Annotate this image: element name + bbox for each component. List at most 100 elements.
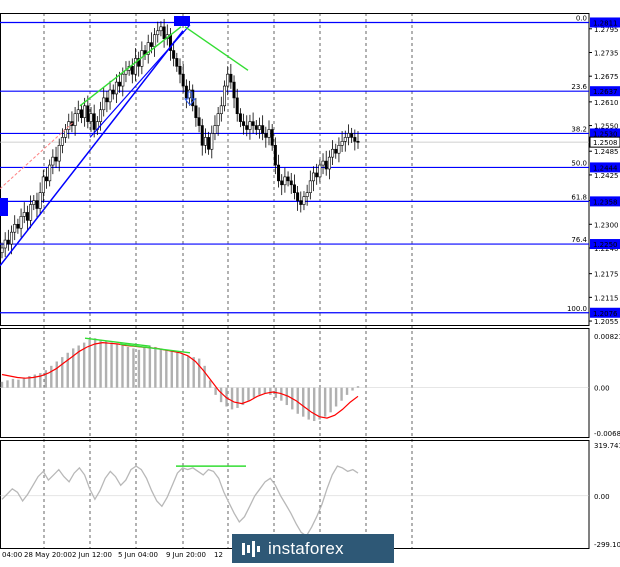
- candle-body: [149, 42, 153, 47]
- macd-histogram-bar: [203, 365, 206, 388]
- x-tick-label: 28 May 20:00: [24, 551, 72, 559]
- candle-body: [111, 89, 115, 95]
- macd-histogram-bar: [121, 345, 124, 388]
- candle-body: [130, 66, 134, 75]
- candle-body: [232, 81, 236, 99]
- macd-histogram-bar: [247, 387, 250, 401]
- macd-histogram-bar: [148, 345, 152, 388]
- macd-histogram-bar: [219, 387, 223, 403]
- macd-histogram-bar: [230, 387, 234, 410]
- macd-histogram-bar: [159, 348, 163, 388]
- macd-histogram-bar: [154, 346, 157, 388]
- candle-body: [99, 109, 103, 122]
- cci-tick-label: -299.108: [594, 541, 620, 549]
- fib-level-label: 23.6: [571, 83, 587, 91]
- price-tick-label: 1.2175: [594, 271, 619, 279]
- candle-body: [321, 160, 325, 166]
- candle-body: [302, 196, 306, 205]
- fib-price-label: 1.2637: [593, 88, 618, 96]
- price-tick-label: 1.2735: [594, 49, 619, 57]
- candle-body: [254, 125, 258, 130]
- candle-body: [289, 180, 293, 186]
- x-tick-label: 9 Jun 20:00: [166, 551, 206, 559]
- candle-body: [60, 137, 64, 146]
- macd-histogram-bar: [192, 357, 195, 388]
- candle-body: [203, 137, 207, 146]
- macd-histogram-bar: [252, 387, 256, 398]
- candle-body: [92, 113, 96, 130]
- candle-body: [76, 109, 80, 115]
- macd-histogram-bar: [345, 387, 349, 395]
- macd-histogram-bar: [44, 370, 48, 388]
- fib-price-label: 1.2444: [593, 164, 618, 172]
- candle-body: [356, 141, 360, 143]
- candle-body: [213, 125, 217, 134]
- candle-body: [108, 89, 112, 103]
- candle-body: [245, 125, 249, 130]
- macd-histogram-bar: [263, 387, 267, 394]
- price-tick-label: 1.2675: [594, 73, 619, 81]
- macd-histogram-bar: [11, 378, 15, 388]
- candle-body: [235, 97, 239, 115]
- macd-histogram-bar: [115, 344, 119, 388]
- macd-histogram-bar: [323, 387, 327, 417]
- watermark-text: instaforex: [268, 538, 344, 558]
- candle-body: [29, 204, 33, 221]
- candle-body: [286, 176, 290, 182]
- candle-body: [188, 89, 192, 99]
- macd-histogram-bar: [187, 355, 190, 388]
- macd-histogram-bar: [236, 387, 239, 408]
- candle-body: [299, 200, 303, 205]
- candle-body: [296, 192, 300, 201]
- candle-body: [16, 223, 20, 229]
- fib-level-label: 61.8: [571, 193, 587, 201]
- candle-body: [13, 223, 17, 233]
- candle-body: [172, 50, 176, 59]
- candle-body: [184, 85, 188, 99]
- candle-body: [48, 164, 52, 182]
- candle-body: [248, 121, 252, 130]
- macd-histogram-bar: [340, 387, 343, 401]
- candle-body: [121, 73, 125, 87]
- cci-tick-label: 319.7413: [594, 442, 620, 450]
- candle-body: [283, 176, 287, 186]
- macd-histogram-bar: [214, 387, 217, 395]
- forex-chart: 1.2795 1.2735 1.2675 1.2610 1.2550 1.2485 1.24…: [0, 0, 620, 563]
- candle-body: [277, 164, 281, 182]
- candle-body: [57, 145, 61, 162]
- x-tick-label: 04:00: [2, 551, 22, 559]
- macd-histogram-bar: [334, 387, 338, 407]
- macd-tick-label: 0.00821: [594, 333, 620, 341]
- candle-body: [318, 164, 322, 178]
- macd-histogram-bar: [312, 387, 316, 422]
- fib-price-label: 1.2250: [593, 241, 618, 249]
- macd-histogram-bar: [329, 387, 332, 413]
- candle-body: [89, 113, 93, 122]
- fib-level-label: 38.2: [571, 125, 587, 133]
- candle-body: [270, 129, 274, 146]
- macd-histogram-bar: [72, 348, 75, 388]
- candle-body: [73, 113, 77, 126]
- fib-price-label: 1.2358: [593, 198, 618, 206]
- fib-price-label: 1.2076: [593, 310, 618, 318]
- candle-body: [41, 176, 45, 193]
- candle-body: [292, 184, 296, 193]
- candle-body: [22, 212, 26, 217]
- current-price-label: 1.2508: [593, 139, 618, 147]
- candle-body: [324, 160, 328, 170]
- instaforex-logo-icon: [242, 540, 260, 557]
- candle-body: [25, 212, 29, 221]
- macd-histogram-bar: [50, 365, 53, 388]
- candle-body: [315, 172, 319, 178]
- candle-body: [343, 137, 347, 142]
- macd-histogram-bar: [93, 338, 97, 388]
- instaforex-watermark: instaforex: [232, 534, 394, 563]
- candle-body: [134, 58, 138, 75]
- macd-histogram-bar: [269, 387, 272, 395]
- candle-body: [194, 105, 198, 118]
- candle-body: [340, 141, 344, 146]
- macd-histogram-bar: [61, 357, 64, 388]
- macd-histogram-bar: [55, 361, 58, 388]
- macd-histogram-bar: [99, 339, 102, 388]
- fib-price-label: 1.2811: [593, 19, 618, 27]
